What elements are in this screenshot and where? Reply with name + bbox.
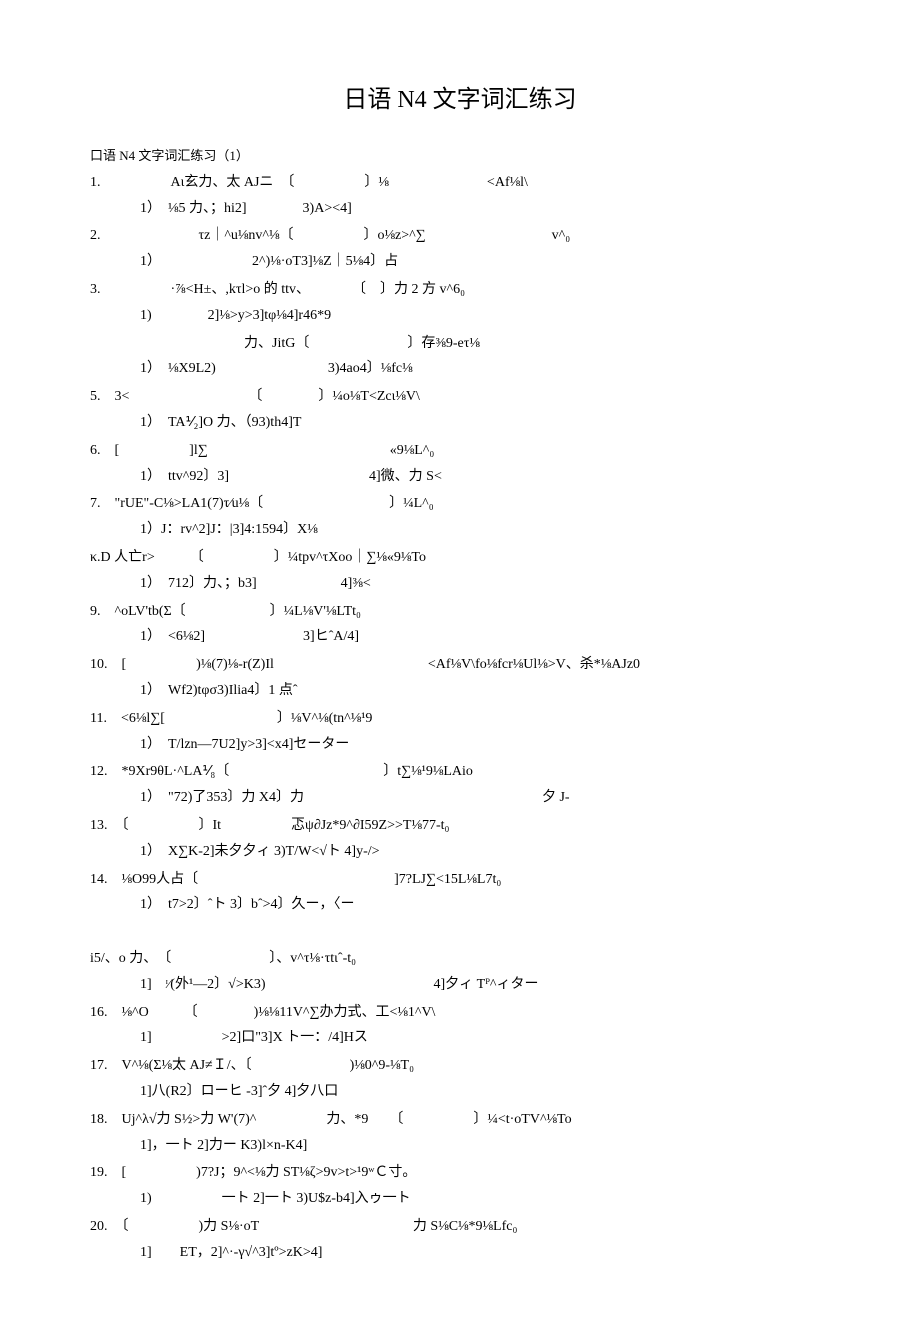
question-line: 力、JitG〔 〕存⅜9-eτ⅛ [90, 332, 830, 356]
page-title: 日语 N4 文字词汇练习 [90, 80, 830, 121]
question-line: 5. 3< 〔 〕¼o⅛T<Zcι⅛V\ [90, 385, 830, 409]
answer-line: 1] ᶦ⁄(外¹—2〕√>K3) 4]夕ィ Tᴾ^ィター [140, 973, 830, 997]
question-line: 16. ⅛^O 〔 )⅛⅛11V^∑办力式、工<⅛1^V\ [90, 1001, 830, 1025]
answer-line: 1]，一ト 2]力ー K3)l×n-K4] [140, 1134, 830, 1158]
question-line: 1. Aι玄力、太 AJニ 〔 〕⅛ <Af⅛l\ [90, 171, 830, 195]
answer-line: 1） <6⅛2] 3]ヒˆA/4] [140, 625, 830, 649]
question-line: 7. "rUE"-C⅛>LA1(7)τ⁄u⅛〔 〕¼L^₀ [90, 492, 830, 516]
answer-line: 1]八(R2〕ローヒ -3]ˆ夕 4]夕八口 [140, 1080, 830, 1104]
answer-line: 1) 一ト 2]一ト 3)U$z-b4]入ゥ一ト [140, 1187, 830, 1211]
answer-line: 1） 712〕力、；b3] 4]⅜< [140, 572, 830, 596]
question-line: 17. V^⅛(Σ⅛太 AJ≠Ｉ/、〔 )⅛0^9-⅛T₀ [90, 1054, 830, 1078]
answer-line: 1] ET，2]^·-γ√^3]tº>zK>4] [140, 1241, 830, 1265]
answer-line: 1) 2]⅛>y>3]tφ⅛4]r46*9 [140, 304, 830, 328]
question-line: 9. ^oLV'tb(Σ〔 〕¼L⅛V'⅛LTt₀ [90, 600, 830, 624]
question-line: 14. ⅛O99人占〔 ]7?LJ∑<15L⅛L7t₀ [90, 868, 830, 892]
answer-line: 1） X∑K-2]未夕夕ィ 3)T/W<√ト 4]y-/> [140, 840, 830, 864]
answer-line: 1） TA⅟₂]O 力、（93)th4]T [140, 411, 830, 435]
answer-line: 1） ⅛5 力、；hi2] 3)A><4] [140, 197, 830, 221]
answer-line: 1） t7>2〕ˆト 3〕bˆ>4〕久ー，〈ー [140, 893, 830, 917]
question-line: 2. τz｜^u⅛nv^⅛〔 〕o⅛z>^∑ v^₀ [90, 224, 830, 248]
answer-line: 1） ttv^92〕3] 4]微、力 S< [140, 465, 830, 489]
exercise-list: 1. Aι玄力、太 AJニ 〔 〕⅛ <Af⅛l\1） ⅛5 力、；hi2] 3… [90, 171, 830, 1265]
answer-line: 1） 2^)⅛·oT3]⅛Z｜5⅛4〕占 [140, 250, 830, 274]
answer-line: 1） T/lzn—7U2]y>3]<x4]セーター [140, 733, 830, 757]
answer-line: 1] >2]口"3]X ト一：/4]Hス [140, 1026, 830, 1050]
question-line: 12. *9Xr9θL·^LA⅟₈〔 〕t∑⅛¹9⅛LAio [90, 760, 830, 784]
question-line: 18. Uj^λ√力 S½>力 W'(7)^ 力、*9 〔 〕¼<t·oTV^⅛… [90, 1108, 830, 1132]
subtitle: 口语 N4 文字词汇练习（1） [90, 145, 830, 167]
question-line: κ.D 人亡r> 〔 〕¼tpv^τXoo｜∑⅛«9⅛To [90, 546, 830, 570]
question-line [90, 921, 830, 945]
question-line: 19. [ )7?J；9^<⅛力 ST⅛ζ>9v>t>¹9ʷＣ寸。 [90, 1161, 830, 1185]
question-line: 20. 〔 )力 S⅛·oT 力 S⅛C⅛*9⅛Lfc₀ [90, 1215, 830, 1239]
answer-line: 1） "72)了353〕力 X4〕力 夕 J- [140, 786, 830, 810]
question-line: 13. 〔 〕It 忑ψ∂Jz*9^∂I59Z>>T⅛77-t₀ [90, 814, 830, 838]
question-line: 6. [ ]l∑ «9⅛L^₀ [90, 439, 830, 463]
answer-line: 1） ⅛X9L2) 3)4ao4〕⅛fc⅛ [140, 357, 830, 381]
question-line: 10. [ )⅛(7)⅛-r(Z)Il <Af⅛V\fo⅛fcr⅛Ul⅛>V、杀… [90, 653, 830, 677]
question-line: 3. ·⅞<H±、,kτl>o 的 ttv、 〔 〕力 2 方 v^6₀ [90, 278, 830, 302]
answer-line: 1）J：rv^2]J：|3]4:1594〕X⅛ [140, 518, 830, 542]
answer-line: 1） Wf2)tφσ3)Ilia4〕1 点ˆ [140, 679, 830, 703]
question-line: i5/、o 力、 〔 〕、v^τ⅛·τtιˆ-t₀ [90, 947, 830, 971]
question-line: 11. <6⅛l∑[ 〕⅛V^⅛(tn^⅛¹9 [90, 707, 830, 731]
